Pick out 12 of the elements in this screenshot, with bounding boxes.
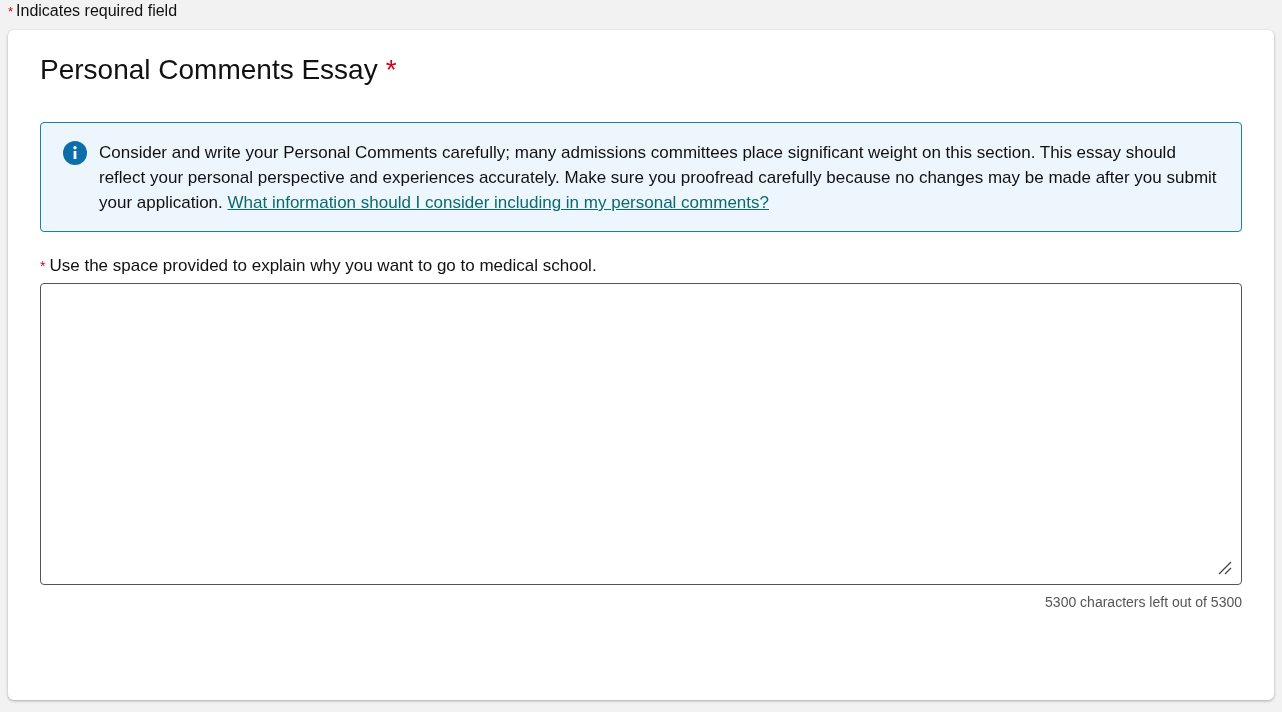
field-label: Use the space provided to explain why you want to go to medical school. [49,256,597,276]
required-note: Indicates required field [16,2,178,20]
essay-field[interactable] [40,283,1242,585]
info-icon [63,141,87,165]
character-counter: 5300 characters left out of 5300 [1045,594,1242,610]
resize-handle-icon[interactable] [1218,561,1232,575]
info-message: Consider and write your Personal Comments carefully; many admissions committees place significant weight on this section. This essay should reflect your personal perspective and experiences accurately. Make sure you proofread carefully because no changes may be made after you submit your application. What information should I consider including in my personal comments? [99,142,1217,214]
required-asterisk: * [385,54,397,86]
section-title: Personal Comments Essay [40,54,378,86]
required-asterisk: * [40,258,46,274]
required-asterisk: * [8,4,14,19]
help-link[interactable]: What information should I consider including in my personal comments? [227,193,769,212]
